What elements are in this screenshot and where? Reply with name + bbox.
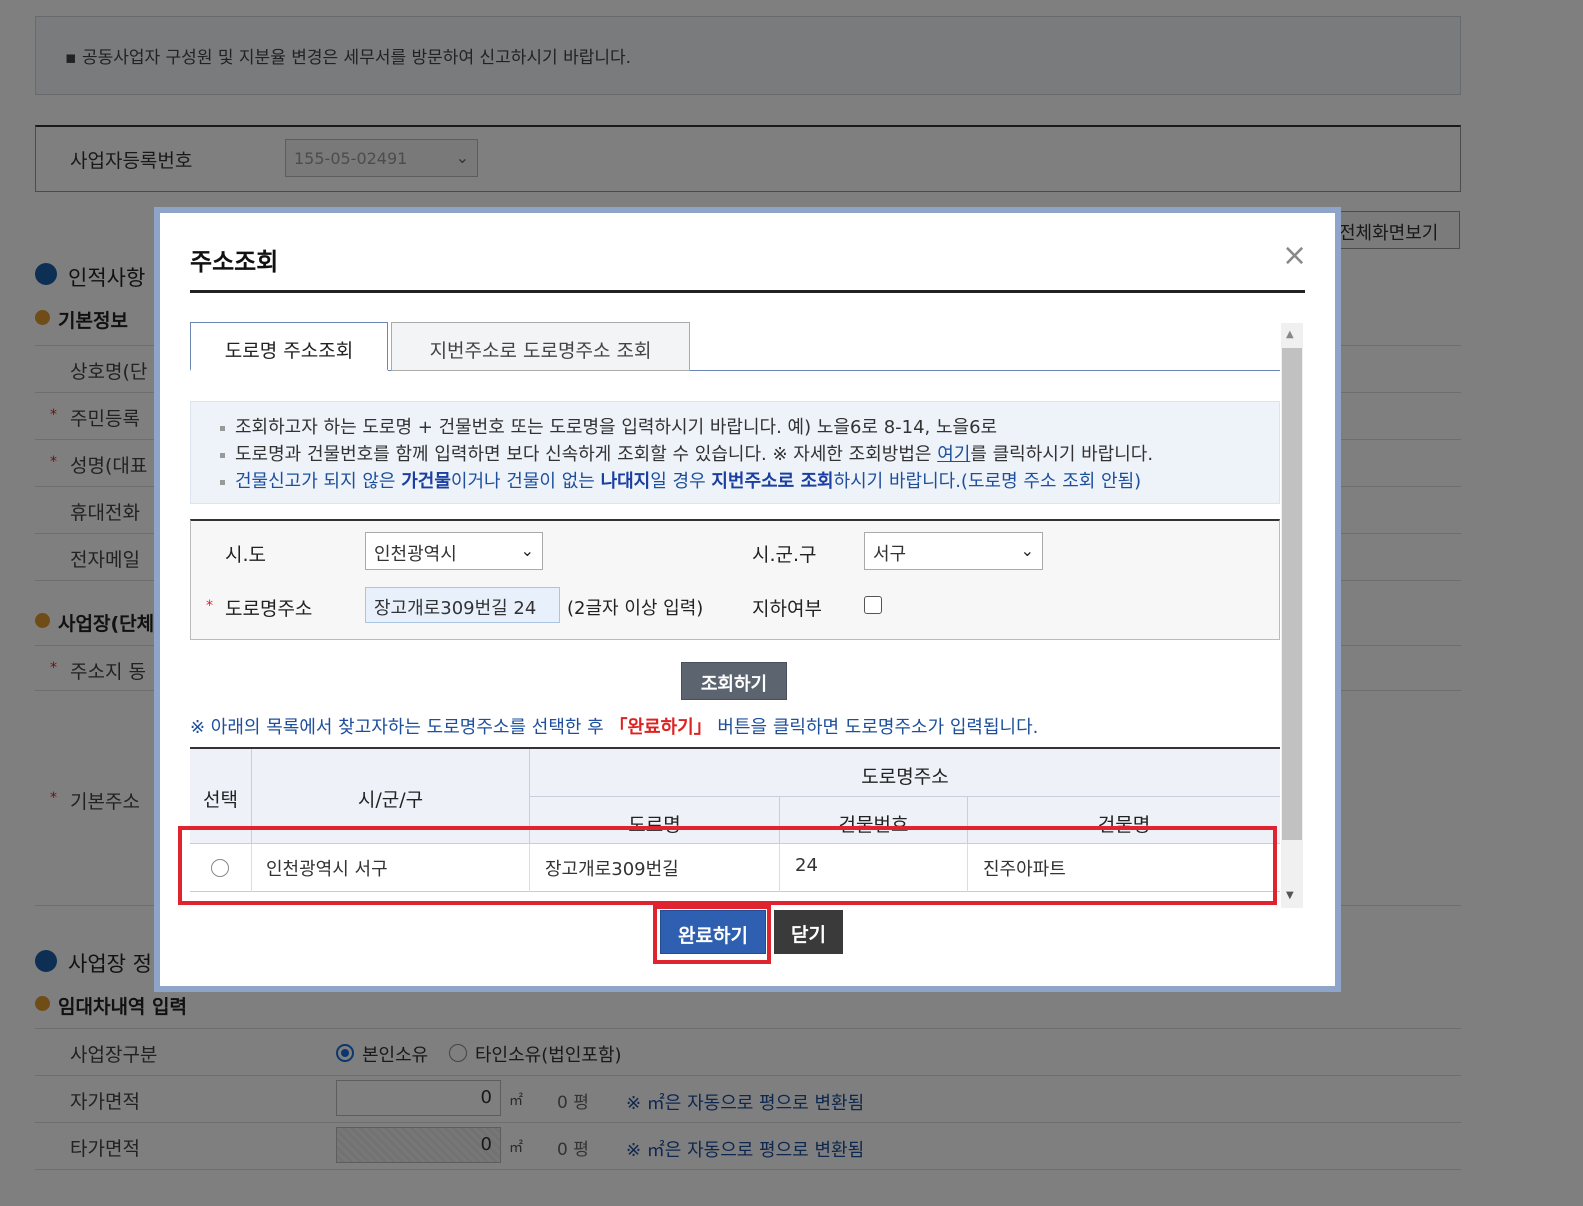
- sido-select[interactable]: 인천광역시 ⌄: [365, 532, 543, 570]
- close-icon[interactable]: ×: [1282, 241, 1307, 271]
- scrollbar-thumb[interactable]: [1282, 348, 1302, 840]
- done-highlight-frame: [653, 905, 771, 964]
- search-form: [190, 519, 1280, 640]
- info-line-3: 건물신고가 되지 않은 가건물이거나 건물이 없는 나대지일 경우 지번주소로 …: [220, 467, 1141, 493]
- sido-label: 시.도: [225, 544, 266, 566]
- sigungu-select[interactable]: 서구 ⌄: [864, 532, 1043, 570]
- selection-guide: ※ 아래의 목록에서 찾고자하는 도로명주소를 선택한 후 「완료하기」 버튼을…: [190, 717, 1039, 738]
- info-line-1: 조회하고자 하는 도로명 + 건물번호 또는 도로명을 입력하시기 바랍니다. …: [220, 413, 997, 439]
- col-road-group-header: 도로명주소: [530, 749, 1280, 797]
- scroll-down-icon[interactable]: ▼: [1286, 890, 1294, 901]
- road-address-hint: (2글자 이상 입력): [567, 598, 704, 619]
- sigungu-label: 시.군.구: [752, 544, 817, 566]
- modal-title: 주소조회: [190, 248, 279, 276]
- road-address-input[interactable]: 장고개로309번길 24: [365, 587, 560, 623]
- title-divider: [190, 290, 1305, 293]
- basement-checkbox[interactable]: [864, 596, 882, 614]
- basement-label: 지하여부: [752, 598, 822, 620]
- chevron-down-icon: ⌄: [520, 541, 534, 560]
- required-icon: *: [206, 598, 213, 614]
- search-button[interactable]: 조회하기: [681, 662, 787, 700]
- tab-lot-address[interactable]: 지번주소로 도로명주소 조회: [391, 322, 690, 371]
- help-link[interactable]: 여기: [937, 444, 970, 465]
- chevron-down-icon: ⌄: [1020, 541, 1034, 560]
- road-address-label: 도로명주소: [225, 598, 313, 620]
- tab-road-address[interactable]: 도로명 주소조회: [190, 322, 388, 371]
- scroll-up-icon[interactable]: ▲: [1286, 329, 1294, 340]
- row-highlight-frame: [178, 826, 1277, 905]
- info-line-2: 도로명과 건물번호를 함께 입력하면 보다 신속하게 조회할 수 있습니다. ※…: [220, 440, 1153, 466]
- close-button[interactable]: 닫기: [774, 910, 843, 954]
